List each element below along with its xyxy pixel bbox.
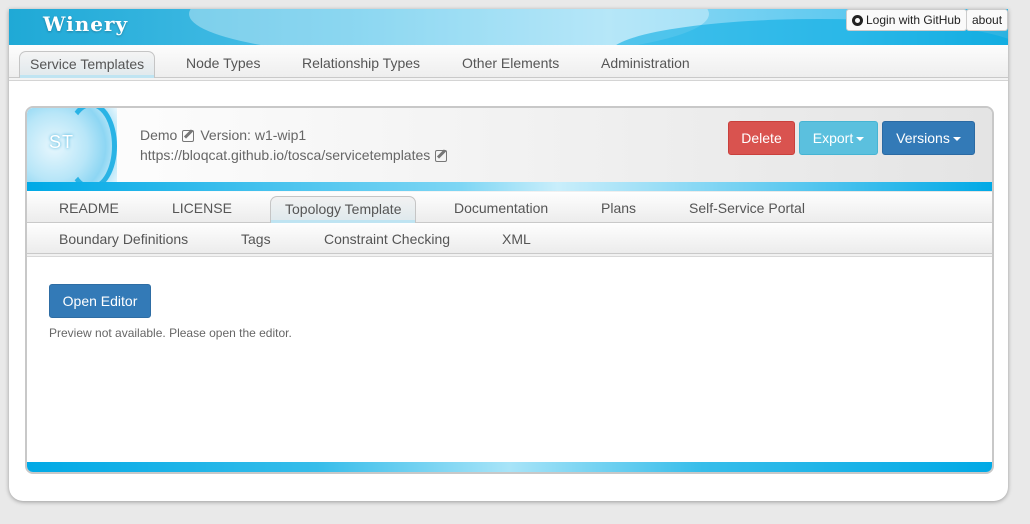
- preview-note: Preview not available. Please open the e…: [49, 326, 292, 340]
- github-icon: [852, 14, 863, 26]
- nav-administration[interactable]: Administration: [591, 51, 700, 78]
- badge-text: ST: [49, 132, 75, 152]
- tab-tags[interactable]: Tags: [227, 227, 285, 254]
- tab-topology-template[interactable]: Topology Template: [270, 196, 417, 223]
- caret-down-icon: [952, 137, 961, 142]
- service-template-panel: ST Demo Version: w1-wip1 https://bloqcat…: [25, 106, 994, 474]
- nav-other-elements[interactable]: Other Elements: [452, 51, 569, 78]
- open-editor-button[interactable]: Open Editor: [49, 284, 151, 318]
- entity-name-line: Demo Version: w1-wip1: [140, 127, 306, 143]
- versions-label: Versions: [896, 130, 950, 146]
- entity-namespace-line: https://bloqcat.github.io/tosca/servicet…: [140, 147, 448, 163]
- header-stripe: [27, 182, 992, 191]
- entity-name: Demo: [140, 127, 178, 143]
- nav-node-types[interactable]: Node Types: [176, 51, 270, 78]
- main-nav: Service Templates Node Types Relationshi…: [9, 45, 1008, 81]
- edit-namespace-icon[interactable]: [435, 149, 448, 162]
- export-label: Export: [812, 130, 854, 146]
- entity-version: Version: w1-wip1: [200, 127, 307, 143]
- entity-namespace: https://bloqcat.github.io/tosca/servicet…: [140, 147, 431, 163]
- delete-button[interactable]: Delete: [728, 121, 795, 155]
- nav-relationship-types[interactable]: Relationship Types: [292, 51, 430, 78]
- caret-down-icon: [856, 137, 865, 142]
- subnav-row-1: README LICENSE Topology Template Documen…: [27, 192, 992, 223]
- nav-service-templates[interactable]: Service Templates: [19, 51, 156, 78]
- tab-xml[interactable]: XML: [488, 227, 545, 254]
- app-frame: Winery Login with GitHub about Service T…: [9, 9, 1008, 501]
- login-github-button[interactable]: Login with GitHub: [846, 9, 967, 31]
- header-bar: Winery Login with GitHub about: [9, 9, 1008, 47]
- tab-documentation[interactable]: Documentation: [440, 196, 562, 223]
- tab-boundary-definitions[interactable]: Boundary Definitions: [45, 227, 202, 254]
- panel-footer-stripe: [27, 462, 992, 472]
- subnav-divider: [27, 254, 992, 257]
- service-template-badge: ST: [27, 108, 117, 190]
- versions-button[interactable]: Versions: [882, 121, 975, 155]
- login-github-label: Login with GitHub: [866, 13, 961, 27]
- nav-divider: [9, 78, 1008, 81]
- about-button[interactable]: about: [966, 9, 1008, 31]
- subnav-row-2: Boundary Definitions Tags Constraint Che…: [27, 223, 992, 257]
- tab-constraint-checking[interactable]: Constraint Checking: [310, 227, 464, 254]
- tab-license[interactable]: LICENSE: [158, 196, 246, 223]
- panel-header: ST Demo Version: w1-wip1 https://bloqcat…: [27, 108, 992, 192]
- tab-readme[interactable]: README: [45, 196, 133, 223]
- brand-logo[interactable]: Winery: [43, 12, 128, 36]
- tab-plans[interactable]: Plans: [587, 196, 650, 223]
- export-button[interactable]: Export: [799, 121, 878, 155]
- edit-name-icon[interactable]: [182, 129, 195, 142]
- tab-self-service-portal[interactable]: Self-Service Portal: [675, 196, 819, 223]
